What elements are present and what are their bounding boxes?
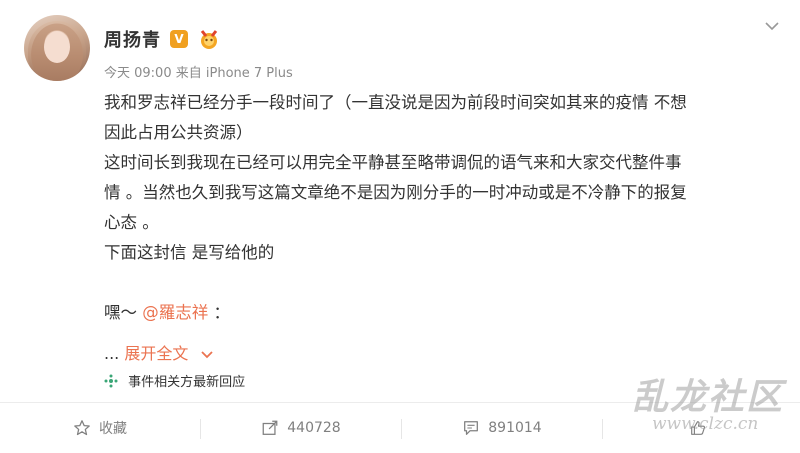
mention-link[interactable]: @羅志祥 xyxy=(142,303,208,322)
post-line: 因此占用公共资源） xyxy=(104,123,253,142)
expand-ellipsis: ... xyxy=(104,344,120,363)
comment-icon xyxy=(464,421,479,435)
post-time[interactable]: 今天 09:00 xyxy=(104,66,172,81)
chevron-down-icon[interactable] xyxy=(764,18,780,34)
post-meta: 今天 09:00 来自 iPhone 7 Plus xyxy=(104,62,293,81)
post-line: 下面这封信 是写给他的 xyxy=(104,243,275,262)
vip-badge-icon: V xyxy=(170,30,188,48)
comment-count: 891014 xyxy=(488,420,542,436)
related-label: 事件相关方最新回应 xyxy=(128,375,246,390)
expand-link[interactable]: 展开全文 xyxy=(124,344,188,363)
sparkle-icon xyxy=(104,374,118,388)
post-body: 我和罗志祥已经分手一段时间了（一直没说是因为前段时间突如其来的疫情 不想 因此占… xyxy=(104,88,794,328)
post-source: 来自 iPhone 7 Plus xyxy=(175,66,293,81)
avatar-face xyxy=(44,31,70,63)
username[interactable]: 周扬青 xyxy=(104,26,161,52)
post-line: 我和罗志祥已经分手一段时间了（一直没说是因为前段时间突如其来的疫情 不想 xyxy=(104,93,687,112)
avatar[interactable] xyxy=(24,15,90,81)
greeting-prefix: 嘿～ xyxy=(104,303,137,322)
watermark-url: www.clzc.cn xyxy=(652,414,759,434)
post-greeting: 嘿～ @羅志祥 ： xyxy=(104,298,794,328)
watermark: 乱龙社区 xyxy=(632,376,785,418)
post-line: 心态 。 xyxy=(104,213,159,232)
post-line: 情 。当然也久到我写这篇文章绝不是因为刚分手的一时冲动或是不冷静下的报复 xyxy=(104,183,687,202)
favorite-label: 收藏 xyxy=(99,421,127,437)
expand-full-text[interactable]: ... 展开全文 xyxy=(104,340,214,364)
favorite-button[interactable]: 收藏 xyxy=(0,403,200,453)
post-line-empty xyxy=(104,268,794,298)
greeting-suffix: ： xyxy=(213,303,231,322)
repost-icon xyxy=(262,420,278,435)
post-line: 这时间长到我现在已经可以用完全平静甚至略带调侃的语气来和大家交代整件事 xyxy=(104,153,682,172)
medal-icon xyxy=(200,30,218,49)
related-response-link[interactable]: 事件相关方最新回应 xyxy=(104,371,245,390)
star-icon xyxy=(74,420,90,436)
chevron-down-icon[interactable] xyxy=(201,350,214,360)
weibo-post-card: 周扬青 V 今天 09:00 来自 iPhone 7 Plus 我和罗志祥已经分… xyxy=(0,0,800,453)
repost-button[interactable]: 440728 xyxy=(201,403,401,453)
comment-button[interactable]: 891014 xyxy=(402,403,602,453)
repost-count: 440728 xyxy=(287,420,341,436)
